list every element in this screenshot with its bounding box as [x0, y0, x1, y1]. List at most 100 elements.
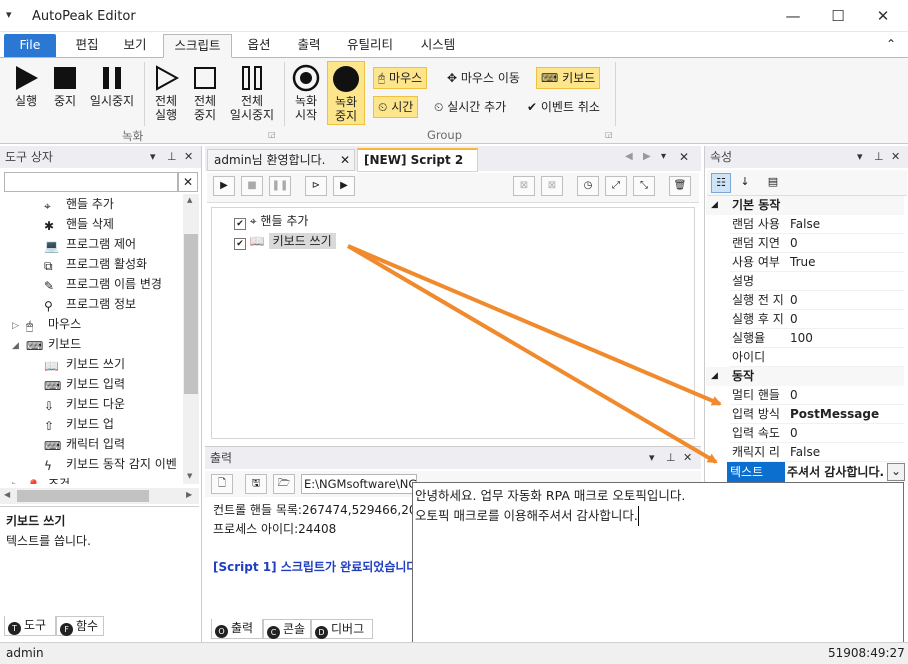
property-value[interactable]: 0	[790, 424, 798, 443]
text-editor-popup[interactable]: 안녕하세요. 업무 자동화 RPA 매크로 오토픽입니다. 오토픽 매크로를 이…	[412, 482, 904, 644]
property-dropdown-button[interactable]: ⌄	[887, 463, 905, 481]
doc-tab-welcome-close-icon[interactable]: ✕	[340, 150, 350, 170]
close-button[interactable]: ✕	[860, 0, 906, 32]
record-start-button[interactable]: 녹화 시작	[288, 64, 324, 122]
toolbox-item[interactable]: ⚲ 프로그램 정보	[44, 294, 136, 314]
mouse-record-toggle[interactable]: 🖰 마우스	[373, 67, 428, 89]
script-trash-button[interactable]: 🗑	[669, 176, 691, 196]
properties-pin-icon[interactable]: ⊥	[874, 146, 884, 168]
property-row[interactable]: 입력 방식 PostMessage	[730, 405, 904, 424]
property-category-basic[interactable]: ◢ 기본 동작	[706, 196, 904, 215]
output-save-button[interactable]: 🖫	[245, 474, 267, 494]
output-open-button[interactable]: 🗁	[273, 474, 295, 494]
toolbox-item[interactable]: ⧉ 프로그램 활성화	[44, 254, 147, 274]
pause-button[interactable]: 일시중지	[84, 64, 140, 108]
run-all-button[interactable]: 전체 실행	[148, 64, 184, 122]
minimize-button[interactable]: —	[770, 0, 816, 32]
group-launcher-icon[interactable]: ◲	[268, 130, 276, 139]
script-stop-button[interactable]: ■	[241, 176, 263, 196]
tab-utility[interactable]: 유틸리티	[338, 34, 402, 58]
script-node-keyboard-write[interactable]: ✔ 📖 키보드 쓰기	[234, 231, 336, 251]
script-run-button[interactable]: ▶	[213, 176, 235, 196]
script-run-to-button[interactable]: ▶	[333, 176, 355, 196]
tab-edit[interactable]: 편집	[64, 34, 110, 58]
property-value[interactable]: 0	[790, 291, 798, 310]
toolbox-item[interactable]: ⇩ 키보드 다운	[44, 394, 125, 414]
toolbox-item[interactable]: ▷ 🖱 마우스	[12, 314, 81, 334]
toolbox-search-input[interactable]	[4, 172, 178, 192]
group-launcher-icon-2[interactable]: ◲	[605, 130, 613, 139]
output-menu-icon[interactable]: ▾	[649, 447, 655, 469]
properties-menu-icon[interactable]: ▾	[857, 146, 863, 168]
property-value[interactable]: False	[790, 215, 820, 234]
doc-tab-welcome[interactable]: admin님 환영합니다. ✕	[207, 149, 355, 171]
bottom-tab-functions[interactable]: F 함수	[56, 616, 104, 636]
property-value[interactable]: 0	[790, 310, 798, 329]
tree-expander-icon[interactable]: ▷	[12, 476, 26, 484]
property-row[interactable]: 아이디	[730, 348, 904, 367]
toolbox-item[interactable]: ⌨ 캐릭터 입력	[44, 434, 125, 454]
tree-expander-icon[interactable]: ▷	[12, 316, 26, 336]
toolbox-item[interactable]: 📖 키보드 쓰기	[44, 354, 125, 374]
property-value[interactable]: 0	[790, 234, 798, 253]
record-stop-button[interactable]: 녹화 중지	[327, 61, 365, 125]
property-category-action[interactable]: ◢ 동작	[706, 367, 904, 386]
bottom-tab-console[interactable]: C 콘솔	[263, 619, 311, 639]
maximize-button[interactable]: ☐	[815, 0, 861, 32]
output-pin-icon[interactable]: ⊥	[666, 447, 676, 469]
property-row[interactable]: 실행 후 지 0	[730, 310, 904, 329]
property-value[interactable]: 100	[790, 329, 813, 348]
tree-expander-icon[interactable]: ◢	[12, 336, 26, 356]
categorized-view-icon[interactable]: ☷	[711, 173, 731, 193]
output-path-field[interactable]: E:\NGMsoftware\NG	[301, 474, 417, 494]
properties-close-icon[interactable]: ✕	[891, 146, 900, 168]
script-node-checkbox-2[interactable]: ✔	[234, 238, 246, 250]
stop-button[interactable]: 중지	[48, 64, 82, 108]
time-record-toggle[interactable]: ⏲ 시간	[373, 96, 419, 118]
property-value[interactable]: True	[790, 253, 816, 272]
tab-scroll-right-icon[interactable]: ▶	[643, 151, 651, 162]
toolbox-search-clear-button[interactable]: ✕	[178, 172, 198, 192]
property-value[interactable]: 0	[790, 386, 798, 405]
tab-options[interactable]: 옵션	[236, 34, 282, 58]
toolbox-pin-icon[interactable]: ⊥	[167, 146, 177, 168]
property-row[interactable]: 캐릭지 리 False	[730, 443, 904, 462]
keyboard-record-toggle[interactable]: ⌨ 키보드	[536, 67, 601, 89]
output-close-icon[interactable]: ✕	[683, 447, 692, 469]
realtime-add-toggle[interactable]: ⏲ 실시간 추가	[429, 96, 511, 118]
event-cancel-toggle[interactable]: ✔ 이벤트 취소	[522, 96, 605, 118]
script-node-checkbox[interactable]: ✔	[234, 218, 246, 230]
tab-list-icon[interactable]: ▾	[661, 151, 666, 162]
script-expand-button[interactable]: ⤢	[605, 176, 627, 196]
pause-all-button[interactable]: 전체 일시중지	[225, 64, 279, 122]
property-row[interactable]: 입력 속도 0	[730, 424, 904, 443]
script-collapse-button[interactable]: ⤡	[633, 176, 655, 196]
toolbox-menu-icon[interactable]: ▾	[150, 146, 156, 168]
doc-tab-script2[interactable]: [NEW] Script 2	[357, 148, 478, 172]
output-new-button[interactable]: 🗋	[211, 474, 233, 494]
toolbox-item[interactable]: ✱ 핸들 삭제	[44, 214, 114, 234]
property-row[interactable]: 사용 여부 True	[730, 253, 904, 272]
toolbox-item[interactable]: ⇧ 키보드 업	[44, 414, 114, 434]
script-pause-button[interactable]: ❚❚	[269, 176, 291, 196]
script-disable-button[interactable]: ⊠	[513, 176, 535, 196]
doc-close-icon[interactable]: ✕	[679, 150, 689, 164]
mouse-move-toggle[interactable]: ✥ 마우스 이동	[442, 67, 525, 89]
toolbox-item[interactable]: 💻 프로그램 제어	[44, 234, 136, 254]
property-key-text-selected[interactable]: 텍스트	[727, 462, 785, 482]
property-value[interactable]: False	[790, 443, 820, 462]
property-pages-icon[interactable]: ▤	[763, 173, 783, 193]
property-row[interactable]: 설명	[730, 272, 904, 291]
toolbox-vertical-scrollbar[interactable]: ▲ ▼	[183, 194, 199, 484]
bottom-tab-debug[interactable]: D 디버그	[311, 619, 373, 639]
alphabetical-sort-icon[interactable]: ↓	[735, 173, 755, 193]
ribbon-collapse-icon[interactable]: ⌃	[886, 37, 896, 51]
script-history-button[interactable]: ◷	[577, 176, 599, 196]
property-row[interactable]: 랜덤 사용 False	[730, 215, 904, 234]
tab-system[interactable]: 시스템	[412, 34, 464, 58]
toolbox-item[interactable]: ✎ 프로그램 이름 변경	[44, 274, 162, 294]
property-row[interactable]: 랜덤 지연 0	[730, 234, 904, 253]
toolbox-close-icon[interactable]: ✕	[184, 146, 193, 168]
toolbox-horizontal-scrollbar[interactable]: ◀ ▶	[0, 488, 199, 504]
run-button[interactable]: 실행	[8, 64, 44, 108]
